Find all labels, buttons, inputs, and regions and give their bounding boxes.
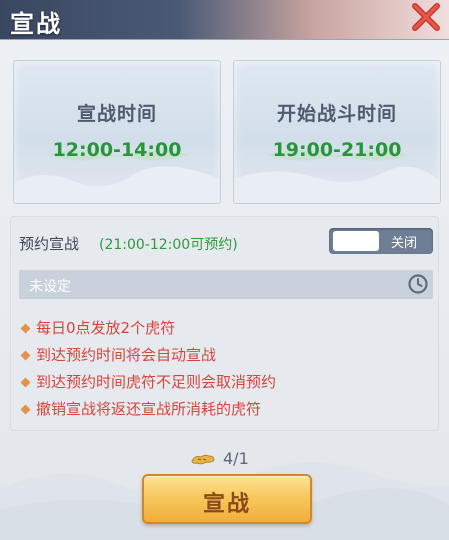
declare-war-panel: 宣战 宣战时间 12:00-14:00 开始战斗时间 19:00-21:00 预: [0, 0, 449, 540]
declare-war-button[interactable]: 宣战: [142, 474, 312, 524]
close-icon: [412, 3, 440, 31]
rule-text: 到达预约时间将会自动宣战: [36, 346, 217, 364]
declare-war-button-label: 宣战: [202, 492, 251, 517]
reservation-toggle[interactable]: 关闭: [329, 228, 433, 254]
rules-list: 每日0点发放2个虎符 到达预约时间将会自动宣战 到达预约时间虎符不足则会取消预约…: [19, 318, 429, 426]
battle-time-card: 开始战斗时间 19:00-21:00: [233, 60, 441, 204]
rule-text: 到达预约时间虎符不足则会取消预约: [36, 373, 277, 391]
tiger-tally-count: 4/1: [223, 449, 249, 468]
reservation-section: 预约宣战 (21:00-12:00可预约) 关闭 未设定 每日0点发放2个虎符 …: [10, 216, 439, 431]
reservation-time-value: 未设定: [29, 279, 71, 295]
title-bar: 宣战: [0, 0, 449, 40]
bullet-diamond-icon: [20, 350, 31, 361]
clock-icon[interactable]: [407, 273, 429, 295]
close-button[interactable]: [409, 0, 443, 34]
rule-item: 到达预约时间将会自动宣战: [19, 345, 429, 372]
reservation-title: 预约宣战: [19, 235, 80, 253]
bullet-diamond-icon: [20, 377, 31, 388]
bullet-diamond-icon: [20, 404, 31, 415]
rule-item: 到达预约时间虎符不足则会取消预约: [19, 372, 429, 399]
reservation-hint: (21:00-12:00可预约): [99, 237, 238, 253]
declare-time-value: 12:00-14:00: [52, 139, 182, 161]
bullet-diamond-icon: [20, 323, 31, 334]
rule-item: 每日0点发放2个虎符: [19, 318, 429, 345]
window-title: 宣战: [10, 9, 62, 38]
declare-time-card: 宣战时间 12:00-14:00: [13, 60, 221, 204]
declare-time-label: 宣战时间: [76, 103, 157, 125]
rule-text: 撤销宣战将返还宣战所消耗的虎符: [36, 400, 262, 418]
battle-time-label: 开始战斗时间: [276, 103, 397, 125]
rule-text: 每日0点发放2个虎符: [36, 319, 176, 337]
toggle-knob: [333, 231, 379, 251]
battle-time-value: 19:00-21:00: [272, 139, 402, 161]
tiger-tally-icon: [191, 454, 215, 465]
rule-item: 撤销宣战将返还宣战所消耗的虎符: [19, 399, 429, 426]
toggle-label: 关闭: [391, 236, 418, 251]
reservation-time-selector[interactable]: 未设定: [19, 270, 433, 299]
